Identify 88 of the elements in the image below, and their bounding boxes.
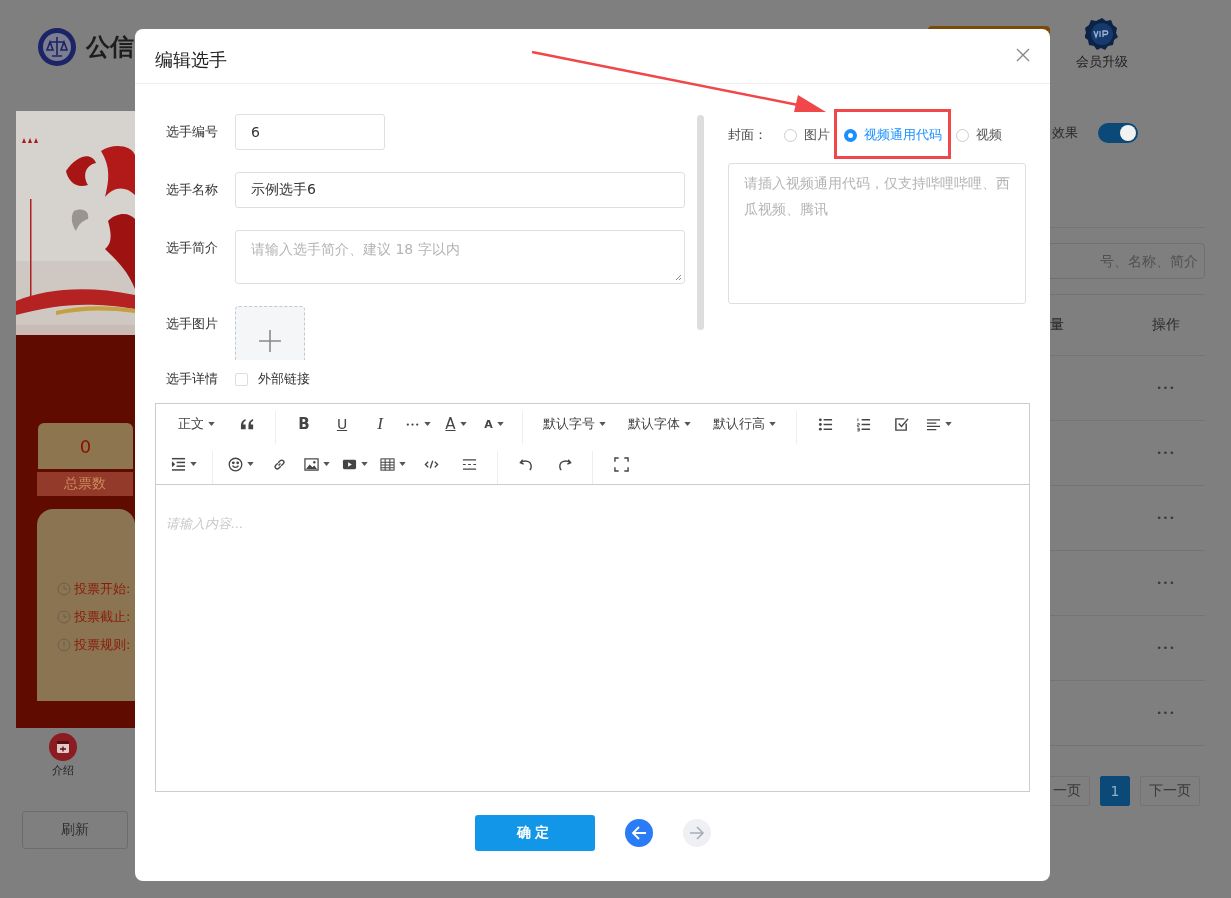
close-icon[interactable] xyxy=(1015,47,1031,63)
column-header: 操作 xyxy=(1151,316,1181,334)
right-arrow-icon xyxy=(688,825,705,841)
checkbox[interactable] xyxy=(235,372,248,386)
vip-upgrade-label[interactable]: 会员升级 xyxy=(1076,53,1128,71)
more-actions[interactable]: ••• xyxy=(1130,708,1202,718)
placeholder-text: 请输入选手简介、建议 18 字以内 xyxy=(251,241,460,257)
column-header: 量 xyxy=(1049,316,1065,334)
ellipsis-icon xyxy=(405,422,420,426)
indent-icon xyxy=(171,456,186,472)
field-label: 选手详情 xyxy=(166,370,219,388)
field-label: 选手名称 xyxy=(166,181,219,199)
field-label: 选手图片 xyxy=(166,315,219,333)
text-area[interactable]: 请输入选手简介、建议 18 字以内 xyxy=(235,230,685,284)
nav-label[interactable]: 介绍 xyxy=(52,763,74,778)
previous-button[interactable] xyxy=(624,819,653,847)
info-label: 投票开始: xyxy=(74,580,131,598)
text-area[interactable]: 请插入视频通用代码，仅支持哔哩哔哩、西瓜视频、腾讯 xyxy=(728,163,1026,304)
underline-button[interactable]: U xyxy=(324,408,360,440)
align-left-icon xyxy=(926,416,941,432)
format-dropdown[interactable]: 默认字号 xyxy=(533,408,616,440)
left-arrow-icon xyxy=(630,825,647,841)
italic-button[interactable]: I xyxy=(362,408,398,440)
effect-label: 效果 xyxy=(1052,124,1078,142)
field-label: 选手简介 xyxy=(166,239,219,257)
resize-handle-icon[interactable] xyxy=(674,273,682,281)
caret-icon xyxy=(945,422,952,426)
more-actions[interactable]: ••• xyxy=(1130,513,1202,523)
caret-icon xyxy=(599,422,606,426)
clock-icon xyxy=(57,582,71,596)
caret-icon xyxy=(190,462,197,466)
image-icon xyxy=(304,456,319,472)
logo-text: 公信 xyxy=(86,32,134,63)
cover-label: 封面： xyxy=(728,126,768,144)
more-actions[interactable]: ••• xyxy=(1130,643,1202,653)
field-label: 选手编号 xyxy=(166,123,219,141)
paragraph-style-dropdown[interactable]: 正文 xyxy=(166,408,227,440)
caret-icon xyxy=(769,422,776,426)
calendar-icon[interactable] xyxy=(49,733,77,761)
format-dropdown[interactable]: 默认行高 xyxy=(703,408,786,440)
input-field[interactable]: 6 xyxy=(235,114,385,150)
vote-count: 0 xyxy=(38,423,133,469)
info-label: 投票截止: xyxy=(74,608,131,626)
confirm-button[interactable]: 确定 xyxy=(474,815,595,851)
bulleted-list-icon xyxy=(817,416,833,432)
placeholder-text: 请插入视频通用代码，仅支持哔哩哔哩、西瓜视频、腾讯 xyxy=(744,175,1010,217)
info-icon xyxy=(57,638,71,652)
highlight-color-button[interactable]: A xyxy=(476,408,512,440)
radio-button[interactable] xyxy=(844,128,857,142)
plus-icon xyxy=(258,329,282,353)
caret-icon xyxy=(361,462,368,466)
caret-icon xyxy=(424,422,431,426)
vip-badge-icon[interactable] xyxy=(1085,17,1119,51)
table-icon xyxy=(380,456,395,472)
quote-icon xyxy=(239,416,255,432)
bold-button[interactable]: B xyxy=(286,408,322,440)
input-field[interactable]: 示例选手6 xyxy=(235,172,685,208)
emblem-icon xyxy=(37,27,77,67)
divider-line-icon xyxy=(461,456,477,472)
effect-toggle[interactable] xyxy=(1098,123,1138,143)
caret-icon xyxy=(399,462,406,466)
radio-label[interactable]: 视频 xyxy=(976,126,1002,144)
more-actions[interactable]: ••• xyxy=(1130,578,1202,588)
more-actions[interactable]: ••• xyxy=(1130,383,1202,393)
caret-icon xyxy=(684,422,691,426)
caret-icon xyxy=(496,422,504,426)
page-button[interactable]: 1 xyxy=(1100,776,1130,806)
clock-icon xyxy=(57,610,71,624)
format-dropdown[interactable]: 默认字体 xyxy=(618,408,701,440)
radio-label[interactable]: 视频通用代码 xyxy=(864,126,942,144)
refresh-button[interactable]: 刷新 xyxy=(22,811,128,849)
checkbox-label[interactable]: 外部链接 xyxy=(258,370,310,388)
radio-label[interactable]: 图片 xyxy=(804,126,830,144)
caret-icon xyxy=(323,462,330,466)
total-votes-label: 总票数 xyxy=(37,472,133,496)
scrollbar-thumb[interactable] xyxy=(697,115,704,330)
font-color-button[interactable]: A xyxy=(438,408,474,440)
fullscreen-icon xyxy=(613,456,629,472)
caret-icon xyxy=(247,462,254,466)
caret-icon xyxy=(208,422,215,426)
checkbox-icon xyxy=(893,416,909,432)
dialog-title: 编辑选手 xyxy=(155,48,227,72)
numbered-list-icon xyxy=(855,416,871,432)
caret-icon xyxy=(459,422,467,426)
more-actions[interactable]: ••• xyxy=(1130,448,1202,458)
page-button[interactable]: 下一页 xyxy=(1140,776,1200,806)
smiley-icon xyxy=(228,456,243,472)
info-label: 投票规则: xyxy=(74,636,131,654)
